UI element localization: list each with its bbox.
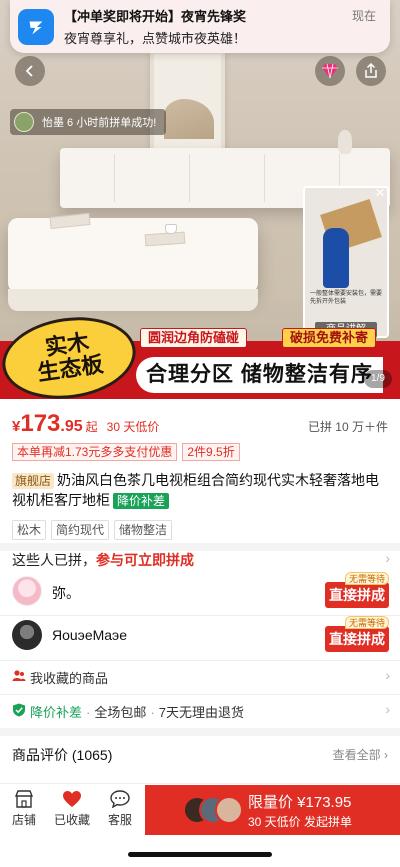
group-user-name: 弥。	[52, 585, 80, 601]
coupon-badge[interactable]: 本单再减1.73元多多支付优惠	[12, 443, 178, 461]
no-wait-tag: 无需等待	[345, 616, 390, 629]
price-symbol: ¥	[12, 418, 21, 435]
group-buy-header[interactable]: 这些人已拼，参与可立即拼成	[12, 550, 194, 570]
heart-icon	[63, 791, 81, 807]
reviews-view-all-link[interactable]: 查看全部 ›	[333, 746, 388, 763]
buy-price-label: 限量价 ¥173.95	[248, 794, 352, 811]
coupon-row[interactable]: 本单再减1.73元多多支付优惠 2件9.5折	[12, 443, 245, 461]
notification-body: 夜宵尊享礼，点赞城市夜英雄！	[64, 31, 247, 46]
product-title: 旗舰店 奶油风白色茶几电视柜组合简约现代实木轻奢落地电视机柜客厅地柜 降价补差	[12, 470, 390, 510]
guarantee-item: 全场包邮	[94, 705, 147, 720]
store-icon	[14, 790, 34, 808]
attribute-chips: 松木 简约现代 储物整洁	[12, 520, 177, 540]
group-row: 弥。 直接拼成 无需等待	[0, 570, 400, 614]
sold-count: 已拼 10 万＋件	[307, 420, 388, 434]
group-row: ЯouэeMaэe 直接拼成 无需等待	[0, 614, 400, 658]
favorites-label: 我收藏的商品	[30, 671, 109, 686]
cup	[165, 224, 177, 234]
push-notification[interactable]: 【冲单奖即将开始】夜宵先锋奖 夜宵尊享礼，点赞城市夜英雄！ 现在	[10, 0, 390, 53]
shield-check-icon	[13, 703, 25, 717]
product-title-text: 奶油风白色茶几电视柜组合简约现代实木轻奢落地电视机柜客厅地柜	[12, 472, 380, 508]
guarantee-item: 7天无理由退货	[158, 705, 244, 720]
price-integer: 173	[20, 410, 61, 437]
tab-customer-service[interactable]: 客服	[96, 790, 144, 828]
start-group-buy-button[interactable]: 限量价 ¥173.95 30 天低价 发起拼单	[145, 785, 400, 835]
gem-icon	[322, 63, 338, 79]
coupon-badge[interactable]: 2件9.5折	[182, 443, 240, 461]
chevron-right-icon: ›	[385, 701, 390, 717]
product-video-pip[interactable]: 一般整体需要安装包，需要先拆开外包装	[303, 186, 389, 338]
group-toast-text: 怡墨 6 小时前拼单成功!	[42, 117, 157, 129]
group-user-name: ЯouэeMaэe	[52, 627, 127, 643]
image-page-indicator: 1/9	[364, 370, 392, 388]
favorites-row[interactable]: 我收藏的商品 ›	[0, 660, 400, 692]
tab-label: 店铺	[11, 813, 36, 827]
coffee-table-image	[8, 218, 258, 311]
back-button[interactable]	[15, 56, 45, 86]
close-icon[interactable]: ✕	[373, 186, 387, 200]
promo-slogan: 合理分区 储物整洁有序	[136, 357, 383, 393]
attribute-chip: 松木	[12, 520, 47, 540]
flagship-badge: 旗舰店	[12, 473, 55, 489]
guarantee-item: 降价补差	[30, 705, 83, 720]
avatar	[12, 576, 42, 606]
attribute-chip: 简约现代	[51, 520, 110, 540]
group-buy-toast: 怡墨 6 小时前拼单成功!	[10, 109, 167, 135]
buyer-avatars	[183, 796, 243, 824]
price-suffix: 起	[85, 420, 98, 434]
gem-button[interactable]	[315, 56, 345, 86]
blue-app-icon	[18, 8, 54, 45]
chevron-right-icon: ›	[385, 667, 390, 683]
group-header-action: 参与可立即拼成	[96, 552, 194, 568]
no-wait-tag: 无需等待	[345, 572, 390, 585]
divider	[0, 728, 400, 736]
delivery-person	[323, 228, 349, 288]
attribute-chip: 储物整洁	[114, 520, 173, 540]
tab-favorite[interactable]: 已收藏	[48, 790, 96, 828]
promo-tag: 破损免费补寄	[282, 328, 377, 348]
wall-painting	[150, 50, 225, 155]
users-icon	[12, 670, 26, 681]
buy-action-label: 30 天低价 发起拼单	[248, 815, 353, 829]
price-row: ¥ 173 .95 起 30 天低价 已拼 10 万＋件	[12, 410, 388, 438]
chevron-left-icon	[25, 65, 33, 77]
notification-title: 【冲单奖即将开始】夜宵先锋奖	[64, 9, 247, 24]
share-icon	[365, 63, 377, 78]
avatar	[215, 796, 243, 824]
share-button[interactable]	[356, 56, 386, 86]
group-header-prefix: 这些人已拼，	[12, 552, 96, 568]
video-caption: 一般整体需要安装包，需要先拆开外包装	[310, 291, 383, 305]
tab-label: 已收藏	[53, 813, 90, 827]
vase	[338, 130, 352, 154]
notification-time: 现在	[351, 9, 376, 23]
tab-label: 客服	[107, 813, 132, 827]
reviews-title: 商品评价 (1065)	[12, 747, 113, 763]
chevron-right-icon[interactable]: ›	[385, 550, 390, 566]
avatar	[14, 112, 34, 132]
avatar	[12, 620, 42, 650]
price-low-note: 30 天低价	[106, 420, 160, 434]
tab-store[interactable]: 店铺	[0, 790, 48, 828]
chat-icon	[110, 790, 130, 808]
price-decimal: .95	[60, 418, 83, 435]
guarantee-row[interactable]: 降价补差 · 全场包邮 · 7天无理由退货 ›	[0, 694, 400, 726]
promo-tag: 圆润边角防磕碰	[140, 328, 248, 348]
home-indicator[interactable]	[128, 852, 272, 857]
price-protect-badge: 降价补差	[113, 493, 170, 509]
